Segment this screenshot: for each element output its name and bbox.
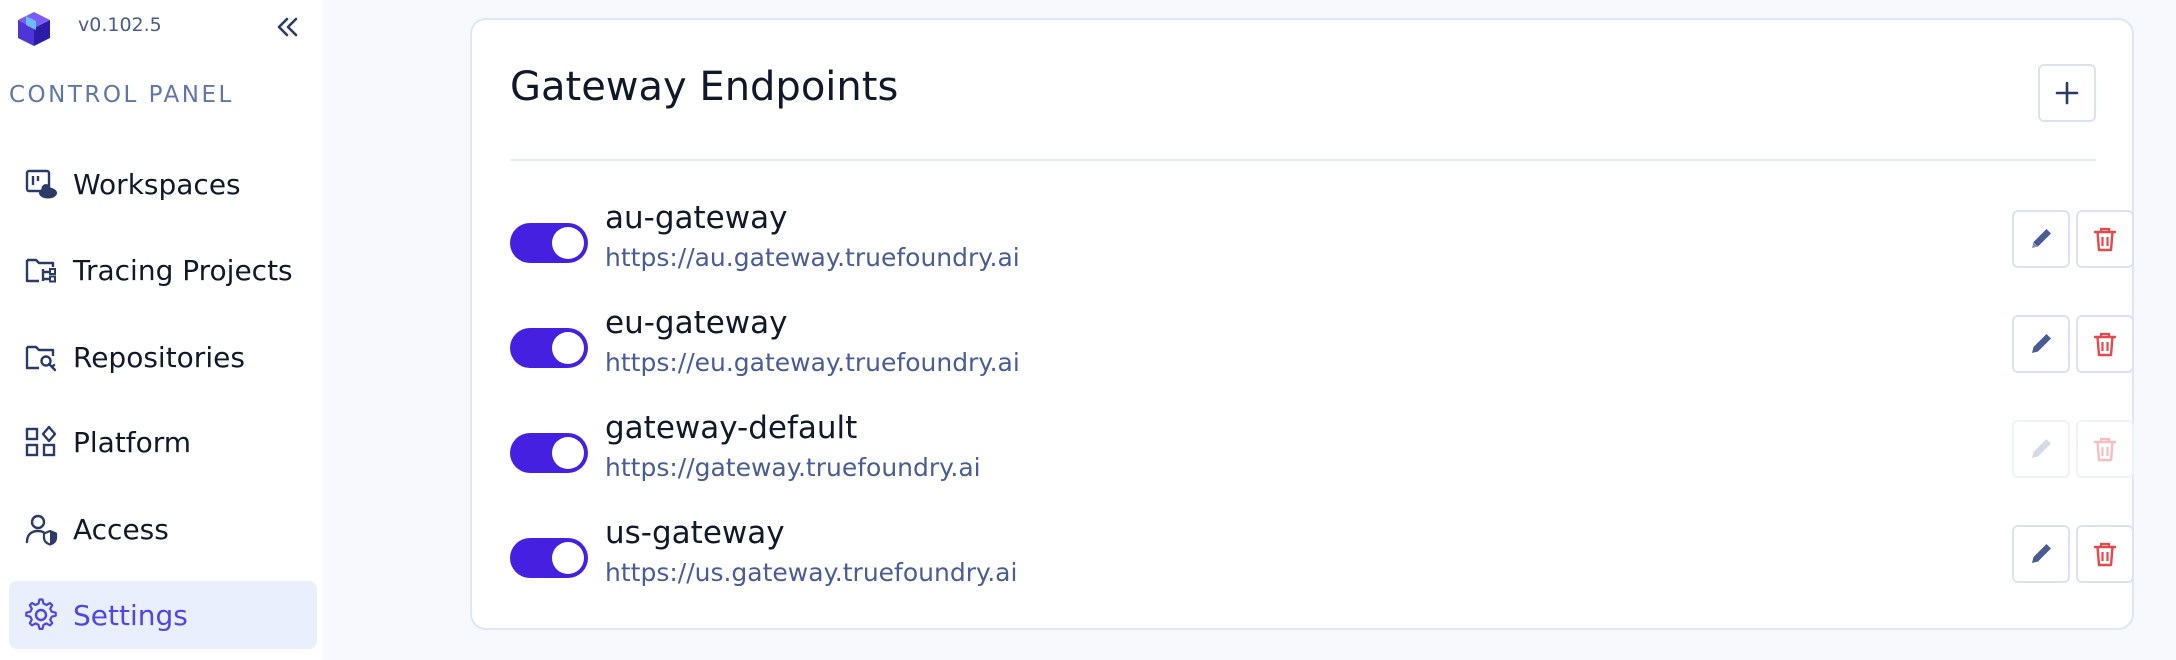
trash-icon <box>2093 332 2117 357</box>
pencil-icon <box>2032 544 2051 563</box>
sidebar: v0.102.5 CONTROL PANEL Workspaces Tracin… <box>0 0 322 660</box>
trash-icon <box>2093 227 2117 252</box>
trash-icon <box>2093 437 2117 462</box>
delete-endpoint-button[interactable] <box>2076 315 2134 373</box>
app-version: v0.102.5 <box>78 14 162 36</box>
folder-key-icon <box>23 339 59 375</box>
sidebar-item-repositories[interactable]: Repositories <box>9 323 317 391</box>
endpoint-url: https://gateway.truefoundry.ai <box>605 453 981 482</box>
toggle-knob <box>552 542 584 574</box>
endpoint-name: us-gateway <box>605 515 785 551</box>
sidebar-item-settings[interactable]: Settings <box>9 581 317 649</box>
edit-endpoint-button[interactable] <box>2012 210 2070 268</box>
folder-tree-icon <box>23 252 59 288</box>
edit-endpoint-button[interactable] <box>2012 315 2070 373</box>
pencil-icon <box>2032 229 2051 248</box>
gear-icon <box>23 597 59 633</box>
pencil-icon <box>2032 439 2051 458</box>
endpoint-url: https://eu.gateway.truefoundry.ai <box>605 348 1020 377</box>
delete-endpoint-button[interactable] <box>2076 525 2134 583</box>
delete-endpoint-button <box>2076 420 2134 478</box>
gateway-endpoints-card: Gateway Endpoints au-gateway https://au.… <box>470 18 2134 630</box>
section-label: CONTROL PANEL <box>9 82 234 108</box>
truefoundry-logo <box>12 6 56 50</box>
workspaces-cloud-icon <box>23 166 59 202</box>
endpoint-enabled-toggle[interactable] <box>510 328 588 368</box>
plus-icon <box>2055 81 2079 105</box>
endpoint-name: gateway-default <box>605 410 858 446</box>
divider <box>510 159 2096 161</box>
sidebar-item-tracing-projects[interactable]: Tracing Projects <box>9 236 317 304</box>
sidebar-item-label: Repositories <box>73 340 245 374</box>
toggle-knob <box>552 227 584 259</box>
endpoint-url: https://us.gateway.truefoundry.ai <box>605 558 1018 587</box>
endpoint-row: eu-gateway https://eu.gateway.truefoundr… <box>510 305 2134 385</box>
sidebar-item-platform[interactable]: Platform <box>9 408 317 476</box>
page-title: Gateway Endpoints <box>510 64 899 110</box>
endpoint-name: au-gateway <box>605 200 788 236</box>
toggle-knob <box>552 332 584 364</box>
add-endpoint-button[interactable] <box>2038 64 2096 122</box>
endpoint-row: gateway-default https://gateway.truefoun… <box>510 410 2134 490</box>
sidebar-item-label: Workspaces <box>73 167 241 201</box>
endpoint-enabled-toggle[interactable] <box>510 433 588 473</box>
endpoint-row: au-gateway https://au.gateway.truefoundr… <box>510 200 2134 280</box>
collapse-sidebar-button[interactable] <box>272 12 302 42</box>
edit-endpoint-button[interactable] <box>2012 525 2070 583</box>
edit-endpoint-button <box>2012 420 2070 478</box>
sidebar-item-label: Tracing Projects <box>73 253 293 287</box>
sidebar-item-access[interactable]: Access <box>9 495 317 563</box>
toggle-knob <box>552 437 584 469</box>
endpoint-url: https://au.gateway.truefoundry.ai <box>605 243 1020 272</box>
sidebar-item-workspaces[interactable]: Workspaces <box>9 150 317 218</box>
sidebar-item-label: Platform <box>73 425 192 459</box>
sidebar-item-label: Settings <box>73 598 188 632</box>
sidebar-item-label: Access <box>73 512 169 546</box>
endpoint-enabled-toggle[interactable] <box>510 223 588 263</box>
user-shield-icon <box>23 511 59 547</box>
trash-icon <box>2093 542 2117 567</box>
endpoint-enabled-toggle[interactable] <box>510 538 588 578</box>
chevrons-left-icon <box>277 17 298 37</box>
endpoint-name: eu-gateway <box>605 305 788 341</box>
endpoint-row: us-gateway https://us.gateway.truefoundr… <box>510 515 2134 595</box>
pencil-icon <box>2032 334 2051 353</box>
delete-endpoint-button[interactable] <box>2076 210 2134 268</box>
platform-grid-icon <box>23 424 59 460</box>
